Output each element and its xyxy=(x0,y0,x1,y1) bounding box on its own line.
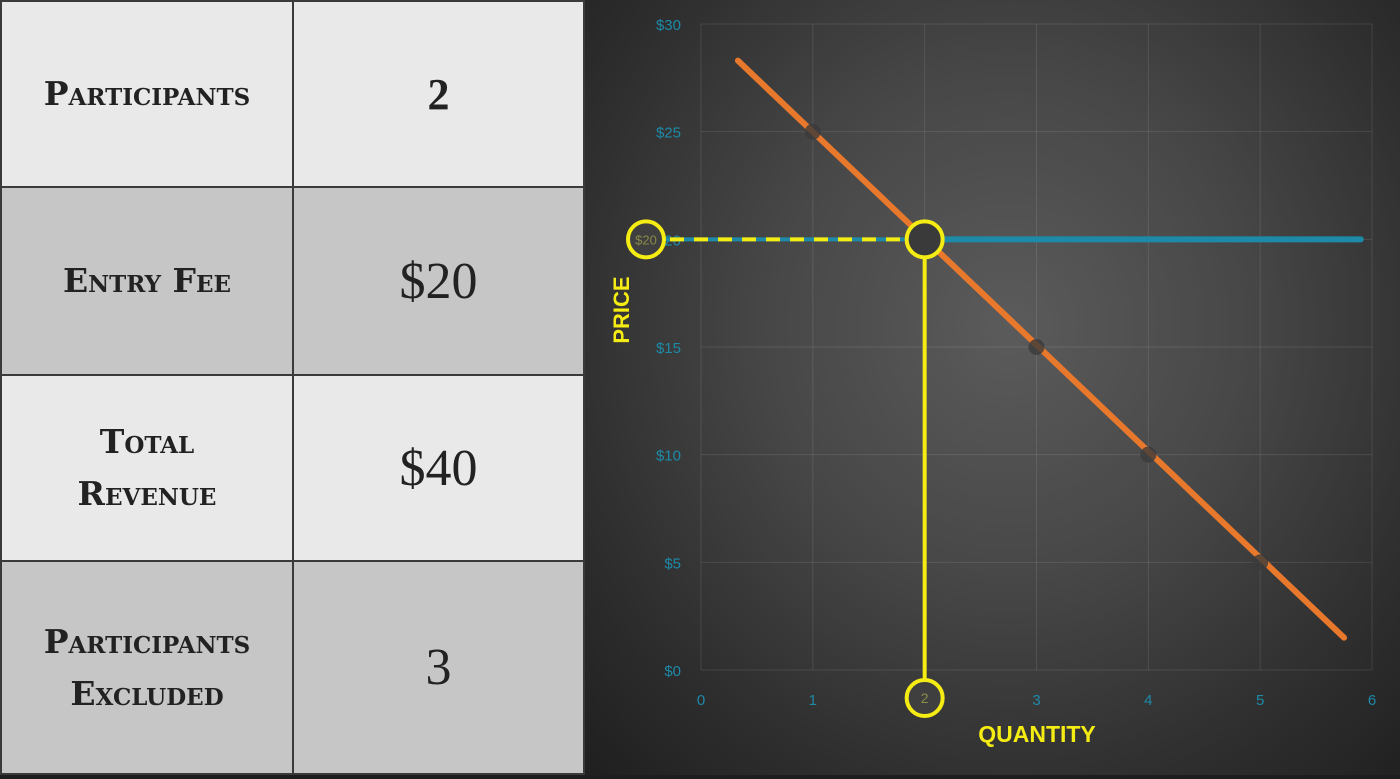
demand-point xyxy=(1140,446,1157,463)
entry-fee-value-cell: $20 xyxy=(292,186,585,376)
x-tick-label: 4 xyxy=(1144,692,1152,709)
x-tick-label: 5 xyxy=(1256,692,1264,709)
participants-label-cell: Participants xyxy=(0,0,294,188)
total-revenue-value: $40 xyxy=(399,439,478,497)
entry-fee-label: Entry Fee xyxy=(62,261,232,300)
series xyxy=(734,57,1364,641)
table-row: Entry Fee $20 xyxy=(0,186,585,376)
x-tick-label: 6 xyxy=(1368,692,1376,709)
table-row: Participants Excluded 3 xyxy=(0,560,585,775)
total-revenue-label-line-2: Revenue xyxy=(77,474,217,513)
participants-label: Participants xyxy=(43,74,251,113)
equilibrium-highlight: $20 2 xyxy=(626,219,945,718)
summary-table: Participants 2 Entry Fee $20 Total Reven… xyxy=(0,0,585,775)
total-revenue-value-cell: $40 xyxy=(292,374,585,562)
entry-fee-value: $20 xyxy=(399,252,478,310)
participants-excluded-label-line-1: Participants xyxy=(43,621,251,661)
total-revenue-label-cell: Total Revenue xyxy=(0,374,294,562)
participants-excluded-value: 3 xyxy=(425,639,452,696)
price-marker-label: $20 xyxy=(635,232,657,247)
y-tick-label: $10 xyxy=(656,448,681,465)
equilibrium-marker xyxy=(904,219,945,260)
participants-excluded-label-line-2: Excluded xyxy=(70,673,224,713)
table-row: Total Revenue $40 xyxy=(0,374,585,562)
participants-value: 2 xyxy=(427,69,450,119)
x-tick-label: 0 xyxy=(697,692,705,709)
y-tick-label: $5 xyxy=(664,555,681,572)
y-tick-label: $0 xyxy=(664,663,681,680)
x-axis-title: QUANTITY xyxy=(978,721,1096,747)
demand-point xyxy=(1252,554,1269,571)
y-axis-title: PRICE xyxy=(609,276,634,343)
x-tick-label: 3 xyxy=(1032,692,1040,709)
tick-labels: 0123456$0$5$10$15$20$25$30 xyxy=(656,17,1376,709)
entry-fee-label-cell: Entry Fee xyxy=(0,186,294,376)
y-tick-label: $30 xyxy=(656,17,681,34)
demand-point xyxy=(804,123,821,140)
quantity-marker-label: 2 xyxy=(921,690,929,706)
x-tick-label: 1 xyxy=(809,692,817,709)
y-tick-label: $25 xyxy=(656,125,681,142)
table-row: Participants 2 xyxy=(0,0,585,188)
participants-value-cell: 2 xyxy=(292,0,585,188)
demand-chart: 0 1 2 3 4 5 6 $0 $5 $10 $15 $20 $25 $30 $20 2 QUANTITY… xyxy=(609,17,1376,747)
total-revenue-label-line-1: Total xyxy=(99,422,195,461)
y-tick-label: $15 xyxy=(656,340,681,357)
chart-panel: 0 1 2 3 4 5 6 $0 $5 $10 $15 $20 $25 $30 $20 2 QUANTITY… xyxy=(585,0,1400,775)
participants-excluded-value-cell: 3 xyxy=(292,560,585,775)
demand-point xyxy=(1028,339,1045,355)
participants-excluded-label-cell: Participants Excluded xyxy=(0,560,294,775)
